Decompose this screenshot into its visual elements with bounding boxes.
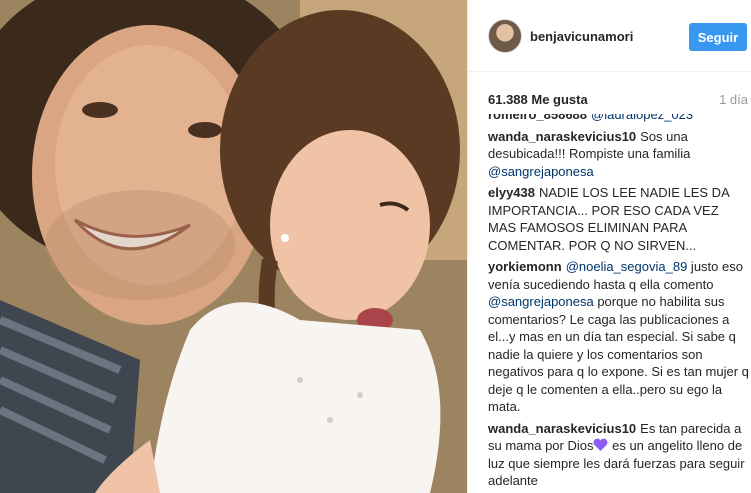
mention-link[interactable]: @noelia_segovia_89: [566, 259, 688, 274]
comment-item: elyy438 NADIE LOS LEE NADIE LES DA IMPORT…: [488, 184, 750, 254]
comment-item: romeiro_858688 @lauralopez_023: [488, 114, 750, 124]
post-header: benjavicunamori Seguir: [468, 0, 751, 72]
likes-row: 61.388 Me gusta 1 día: [468, 86, 751, 114]
comment-author-link[interactable]: yorkiemonn: [488, 259, 562, 274]
comment-author-link[interactable]: elyy438: [488, 185, 535, 200]
comment-text: porque no habilita sus comentarios? Le c…: [488, 294, 749, 414]
likes-count[interactable]: 61.388 Me gusta: [488, 92, 588, 107]
mention-link[interactable]: @sangrejaponesa: [488, 164, 594, 179]
comment-author-link[interactable]: romeiro_858688: [488, 114, 587, 122]
photo-illustration: [0, 0, 467, 493]
username-link[interactable]: benjavicunamori: [530, 29, 633, 44]
comment-item: wanda_naraskevicius10 Sos una desubicada!…: [488, 128, 750, 181]
mention-link[interactable]: @sangrejaponesa: [488, 294, 594, 309]
comment-author-link[interactable]: wanda_naraskevicius10: [488, 421, 636, 436]
comments-list[interactable]: romeiro_858688 @lauralopez_023 wanda_naras…: [468, 114, 751, 493]
comment-author-link[interactable]: wanda_naraskevicius10: [488, 129, 636, 144]
follow-button[interactable]: Seguir: [689, 23, 747, 51]
comment-item: yorkiemonn @noelia_segovia_89 justo eso v…: [488, 258, 750, 416]
comments-scroll-area: romeiro_858688 @lauralopez_023 wanda_naras…: [488, 114, 750, 493]
purple-heart-icon: [593, 438, 608, 451]
avatar[interactable]: [488, 19, 522, 53]
post-photo[interactable]: [0, 0, 467, 493]
post-sidebar: benjavicunamori Seguir 61.388 Me gusta 1…: [467, 0, 751, 493]
post-timestamp[interactable]: 1 día: [719, 92, 748, 107]
mention-link[interactable]: @lauralopez_023: [591, 114, 693, 122]
comment-item: wanda_naraskevicius10 Es tan parecida a s…: [488, 420, 750, 490]
